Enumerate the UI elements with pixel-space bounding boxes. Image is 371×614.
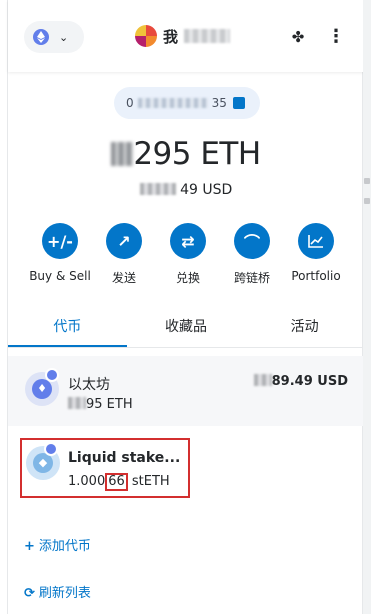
amount-unit: stETH: [127, 474, 170, 489]
swap-button[interactable]: ⇄ 兑换: [156, 223, 220, 286]
amount-part: 1.000: [68, 474, 106, 489]
chart-icon: [298, 223, 334, 259]
token-name: 以太坊: [68, 377, 110, 393]
swap-arrows-icon: ⇄: [170, 223, 206, 259]
refresh-label: 刷新列表: [38, 586, 91, 601]
plus-minus-icon: +/-: [42, 223, 78, 259]
wallet-popup: ⌄ 我 ✤ ⋮ 0 35 295 ETH 49 USD +/- Buy & Se…: [7, 0, 364, 614]
add-token-label: 添加代币: [38, 539, 91, 554]
network-badge-icon: [44, 442, 58, 456]
plus-icon: +: [24, 539, 35, 554]
token-row-steth[interactable]: ◆ Liquid stake... 1.000 66 stETH: [8, 438, 364, 508]
portfolio-button[interactable]: Portfolio: [284, 223, 348, 286]
tab-tokens[interactable]: 代币: [8, 312, 127, 347]
network-selector[interactable]: ⌄: [24, 21, 84, 53]
portfolio-label: Portfolio: [291, 269, 341, 283]
refresh-list-link[interactable]: ⟳ 刷新列表: [24, 582, 91, 601]
buy-sell-button[interactable]: +/- Buy & Sell: [28, 223, 92, 286]
edge-marker: [364, 198, 370, 204]
token-amount: 1.000 66 stETH: [68, 473, 170, 491]
token-fiat-value: 89.49 USD: [271, 374, 348, 389]
header: ⌄ 我 ✤ ⋮: [8, 0, 364, 72]
connection-icon[interactable]: ✤: [289, 28, 307, 46]
token-amount-value: 95 ETH: [86, 397, 133, 412]
address-suffix: 35: [211, 96, 227, 110]
account-name-redacted: [184, 29, 231, 43]
edge-marker: [364, 178, 370, 184]
eth-icon: [33, 29, 49, 45]
network-badge-icon: [45, 368, 59, 382]
buy-sell-label: Buy & Sell: [29, 269, 91, 283]
fiat-redacted: [139, 183, 176, 195]
avatar: [135, 25, 157, 47]
action-bar: +/- Buy & Sell ↗ 发送 ⇄ 兑换 ⌒ 跨链桥 Portfolio: [28, 223, 348, 286]
token-name: Liquid stake...: [68, 450, 181, 466]
copy-icon: [232, 97, 245, 109]
amount-redacted: [68, 397, 86, 409]
add-token-link[interactable]: + 添加代币: [24, 535, 91, 554]
fiat-amount-redacted: [253, 374, 272, 386]
balance-fiat-value: 49 USD: [180, 182, 233, 198]
balance-fiat: 49 USD: [8, 182, 364, 198]
chevron-down-icon: ⌄: [59, 30, 69, 44]
tab-bar: 代币 收藏品 活动: [8, 312, 364, 348]
address-copy-button[interactable]: 0 35: [114, 87, 260, 119]
bridge-button[interactable]: ⌒ 跨链桥: [220, 223, 284, 286]
more-vertical-icon[interactable]: ⋮: [326, 27, 346, 47]
refresh-icon: ⟳: [24, 586, 35, 601]
bridge-icon: ⌒: [234, 223, 270, 259]
token-row-eth[interactable]: ♦ 以太坊 95 ETH 89.49 USD: [8, 356, 364, 426]
swap-label: 兑换: [175, 271, 200, 285]
balance-eth: 295 ETH: [8, 136, 364, 172]
account-selector[interactable]: 我: [135, 24, 231, 48]
balance-redacted: [111, 142, 134, 166]
address-redacted: [137, 98, 208, 108]
address-prefix: 0: [126, 96, 134, 110]
bridge-label: 跨链桥: [233, 271, 270, 285]
balance-eth-value: 295 ETH: [133, 136, 261, 172]
token-fiat: 89.49 USD: [253, 374, 348, 389]
send-button[interactable]: ↗ 发送: [92, 223, 156, 286]
tab-collectibles[interactable]: 收藏品: [127, 312, 246, 347]
amount-highlight: 66: [105, 473, 128, 491]
account-name: 我: [163, 27, 179, 46]
arrow-up-right-icon: ↗: [106, 223, 142, 259]
send-label: 发送: [111, 271, 136, 285]
tab-activity[interactable]: 活动: [245, 312, 364, 347]
browser-edge: [363, 0, 371, 614]
token-amount: 95 ETH: [68, 397, 133, 412]
